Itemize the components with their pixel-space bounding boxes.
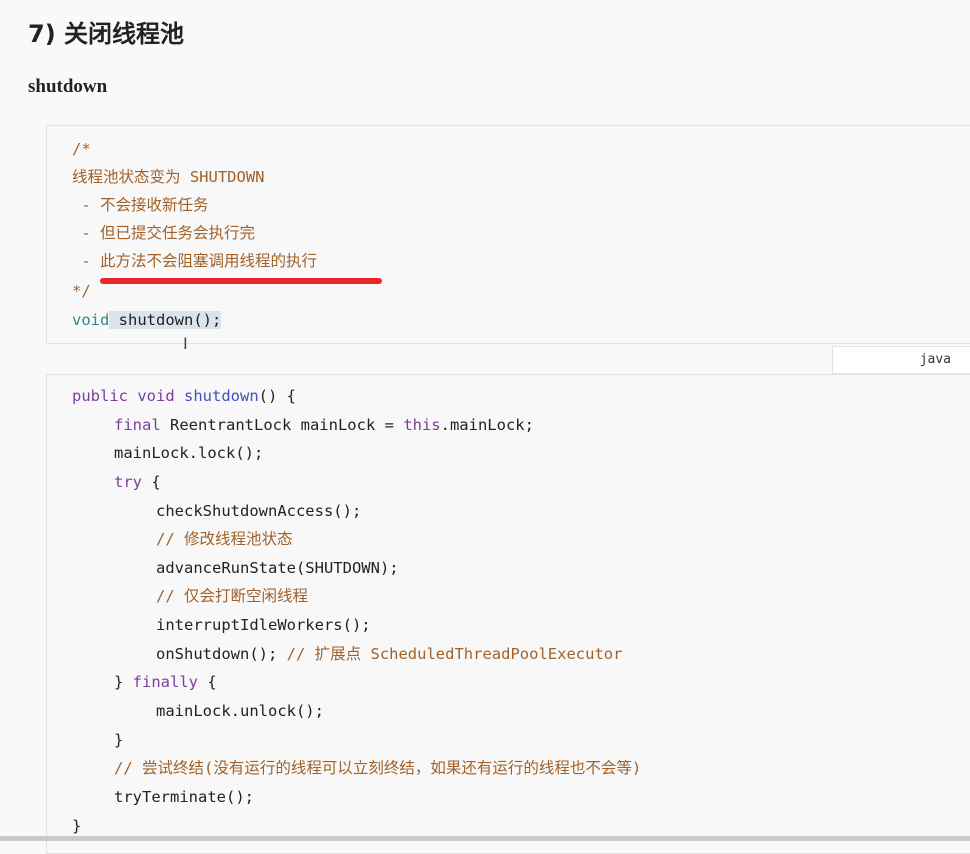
code-comment: // 扩展点 ScheduledThreadPoolExecutor: [286, 645, 623, 663]
keyword: this: [403, 416, 441, 434]
keyword: finally: [132, 673, 198, 691]
page-title: 7) 关闭线程池: [28, 20, 185, 48]
keyword: public void: [72, 387, 175, 405]
code-line: onShutdown(); // 扩展点 ScheduledThreadPool…: [156, 642, 622, 666]
code-line: }: [114, 731, 124, 749]
code-line: - 不会接收新任务: [72, 196, 209, 214]
keyword: void: [72, 311, 110, 329]
code-text: {: [198, 673, 217, 691]
keyword: try: [114, 473, 142, 491]
code-line: advanceRunState(SHUTDOWN);: [156, 559, 399, 577]
code-line: final ReentrantLock mainLock = this.main…: [114, 413, 534, 437]
code-line: - 此方法不会阻塞调用线程的执行: [72, 252, 317, 270]
code-line: } finally {: [114, 670, 217, 694]
code-line: tryTerminate();: [114, 788, 254, 806]
code-line: mainLock.unlock();: [156, 702, 324, 720]
code-line: checkShutdownAccess();: [156, 502, 362, 520]
code-text: }: [114, 673, 133, 691]
function-name: shutdown: [184, 387, 259, 405]
code-line: interruptIdleWorkers();: [156, 616, 371, 634]
bottom-scroll-edge: [0, 836, 970, 841]
keyword: final: [114, 416, 161, 434]
code-comment: // 尝试终结(没有运行的线程可以立刻终结，如果还有运行的线程也不会等): [114, 759, 642, 777]
code-block-doc: /* 线程池状态变为 SHUTDOWN - 不会接收新任务 - 但已提交任务会执…: [46, 125, 970, 344]
code-line-signature: void shutdown();: [72, 308, 222, 332]
code-block-impl: public void shutdown() { final Reentrant…: [46, 374, 970, 854]
code-text: () {: [258, 387, 296, 405]
language-label: java: [832, 346, 970, 374]
code-line: /*: [72, 140, 91, 158]
code-line: public void shutdown() {: [72, 384, 296, 408]
code-line: }: [72, 817, 82, 835]
code-text: onShutdown();: [156, 645, 287, 663]
code-text: ReentrantLock mainLock =: [160, 416, 404, 434]
section-title: shutdown: [28, 76, 108, 97]
selected-text[interactable]: shutdown();: [109, 311, 222, 329]
code-line: - 但已提交任务会执行完: [72, 224, 255, 242]
text-cursor-icon: I: [183, 334, 188, 353]
code-line: mainLock.lock();: [114, 444, 264, 462]
code-text: {: [142, 473, 161, 491]
red-underline-annotation: [100, 278, 382, 284]
code-line: try {: [114, 470, 161, 494]
code-comment: // 仅会打断空闲线程: [156, 587, 308, 605]
code-comment: // 修改线程池状态: [156, 530, 293, 548]
code-line: */: [72, 282, 91, 300]
code-line: 线程池状态变为 SHUTDOWN: [72, 168, 265, 186]
code-text: .mainLock;: [440, 416, 534, 434]
